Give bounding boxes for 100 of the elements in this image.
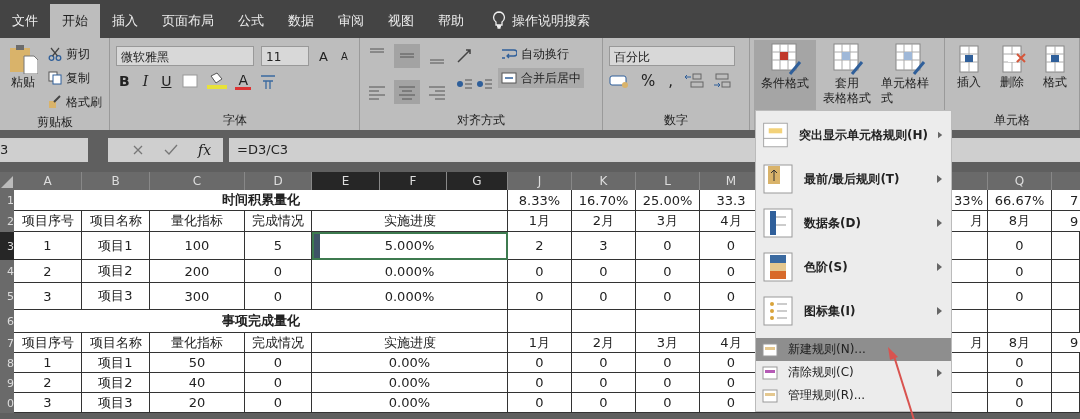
table-cell: 0 — [636, 232, 700, 260]
grow-font-button[interactable]: A — [316, 48, 331, 64]
align-icon[interactable] — [394, 80, 420, 104]
column-header[interactable]: G — [447, 172, 508, 190]
table-cell: 项目2 — [82, 260, 150, 283]
table-cell: 项目2 — [82, 373, 150, 393]
table-cell: 项目1 — [82, 232, 150, 260]
table-cell: 3月 — [636, 333, 700, 353]
table-cell: 项目3 — [82, 393, 150, 413]
row-header[interactable]: 4 — [0, 260, 14, 283]
row-header[interactable]: 5 — [0, 283, 14, 310]
merge-center-button[interactable]: 合并后居中 — [498, 68, 584, 88]
table-cell: 3 — [14, 283, 82, 310]
font-name-dropdown[interactable]: 微软雅黑 — [116, 46, 254, 66]
table-cell: 0 — [636, 260, 700, 283]
italic-button[interactable]: I — [139, 73, 152, 89]
increase-decimal-icon[interactable] — [683, 72, 706, 90]
lightbulb-icon — [492, 11, 506, 29]
table-cell: 项目序号 — [14, 333, 82, 353]
wrap-text-button[interactable]: 自动换行 — [498, 44, 584, 64]
check-icon[interactable] — [164, 144, 178, 156]
ribbon-tab[interactable]: 文件 — [0, 4, 50, 38]
ribbon-tab[interactable]: 公式 — [226, 4, 276, 38]
currency-icon[interactable] — [609, 73, 631, 89]
table-cell: 0 — [508, 373, 572, 393]
table-cell: 200 — [150, 260, 245, 283]
percent-style-button[interactable]: % — [638, 72, 659, 90]
group-label: 剪贴板 — [35, 114, 74, 131]
table-cell: 3 — [14, 393, 82, 413]
row-header[interactable]: 7 — [0, 333, 14, 353]
table-cell: 0 — [988, 373, 1052, 393]
button-label: 单元格样式 — [881, 76, 930, 106]
group-label: 对齐方式 — [456, 112, 506, 129]
table-cell: 实施进度 — [312, 333, 508, 353]
ribbon-tab[interactable]: 帮助 — [426, 4, 476, 38]
borders-icon[interactable] — [181, 73, 200, 89]
wrap-text-icon — [501, 47, 517, 61]
row-header[interactable]: 0 — [0, 393, 14, 413]
row-header[interactable]: 2 — [0, 211, 14, 232]
ribbon-tab[interactable]: 开始 — [50, 4, 100, 38]
cells-button[interactable]: 格式 — [1035, 42, 1075, 110]
ribbon-tab[interactable]: 审阅 — [326, 4, 376, 38]
menu-item[interactable]: 新建规则(N)... — [756, 338, 951, 361]
row-header[interactable]: 6 — [0, 310, 14, 333]
row-header[interactable]: 3 — [0, 232, 14, 260]
group-label: 字体 — [221, 112, 248, 129]
table-cell: 2月 — [572, 211, 636, 232]
copy-icon — [48, 71, 62, 85]
align-icon[interactable] — [394, 44, 420, 68]
table-cell: 0 — [245, 260, 312, 283]
cells-button[interactable]: 删除 — [992, 42, 1032, 110]
cells-button[interactable]: 插入 — [949, 42, 989, 110]
insert-function-button[interactable]: fx — [198, 142, 212, 158]
shrink-font-button[interactable]: A — [337, 50, 351, 62]
row-header[interactable]: 9 — [0, 373, 14, 393]
table-cell: 0 — [572, 373, 636, 393]
table-cell: 完成情况 — [245, 211, 312, 232]
clipboard-icon — [7, 44, 38, 74]
table-cell: 20 — [150, 393, 245, 413]
table-cell: 16.70% — [572, 190, 636, 211]
row-header[interactable]: 8 — [0, 353, 14, 373]
table-cell: 5.000% — [312, 232, 508, 260]
table-cell: 2 — [14, 373, 82, 393]
font-color-button[interactable]: A — [235, 72, 252, 90]
table-cell: 0 — [572, 353, 636, 373]
table-style-icon — [830, 42, 864, 76]
column-header[interactable]: F — [380, 172, 447, 190]
table-cell: 66.67% — [988, 190, 1052, 211]
scissors-icon — [48, 47, 62, 61]
table-cell: 完成情况 — [245, 333, 312, 353]
table-cell: 0 — [988, 232, 1052, 260]
underline-button[interactable]: U — [158, 73, 175, 89]
comma-style-button[interactable]: , — [665, 72, 677, 90]
merge-cells-icon — [501, 71, 517, 85]
format-painter-button[interactable]: 格式刷 — [45, 92, 105, 112]
fill-color-icon[interactable] — [206, 72, 229, 90]
bold-button[interactable]: B — [116, 73, 133, 89]
number-format-dropdown[interactable]: 百分比 — [609, 46, 735, 66]
name-box[interactable]: 3 — [0, 138, 88, 162]
copy-button[interactable]: 复制 — [45, 68, 105, 88]
ribbon-tab[interactable]: 数据 — [276, 4, 326, 38]
table-cell: 0 — [508, 393, 572, 413]
table-cell: 40 — [150, 373, 245, 393]
table-cell: 0 — [988, 283, 1052, 310]
table-cell: 项目3 — [82, 283, 150, 310]
paste-button[interactable]: 粘贴 — [4, 42, 41, 112]
table-cell: 3月 — [636, 211, 700, 232]
tell-me-search[interactable]: 操作说明搜索 — [512, 4, 590, 38]
table-cell: 8月 — [988, 211, 1052, 232]
row-header[interactable]: 1 — [0, 190, 14, 211]
ribbon-tab[interactable]: 视图 — [376, 4, 426, 38]
cut-button[interactable]: 剪切 — [45, 44, 105, 64]
ribbon-tab[interactable]: 插入 — [100, 4, 150, 38]
table-cell: 0.000% — [312, 260, 508, 283]
column-header[interactable]: E — [312, 172, 380, 190]
ribbon-tab[interactable]: 页面布局 — [150, 4, 226, 38]
select-all-icon[interactable] — [1, 176, 13, 188]
cancel-icon[interactable] — [132, 144, 144, 156]
table-style-icon — [768, 42, 802, 76]
font-size-dropdown[interactable]: 11 — [261, 46, 309, 66]
